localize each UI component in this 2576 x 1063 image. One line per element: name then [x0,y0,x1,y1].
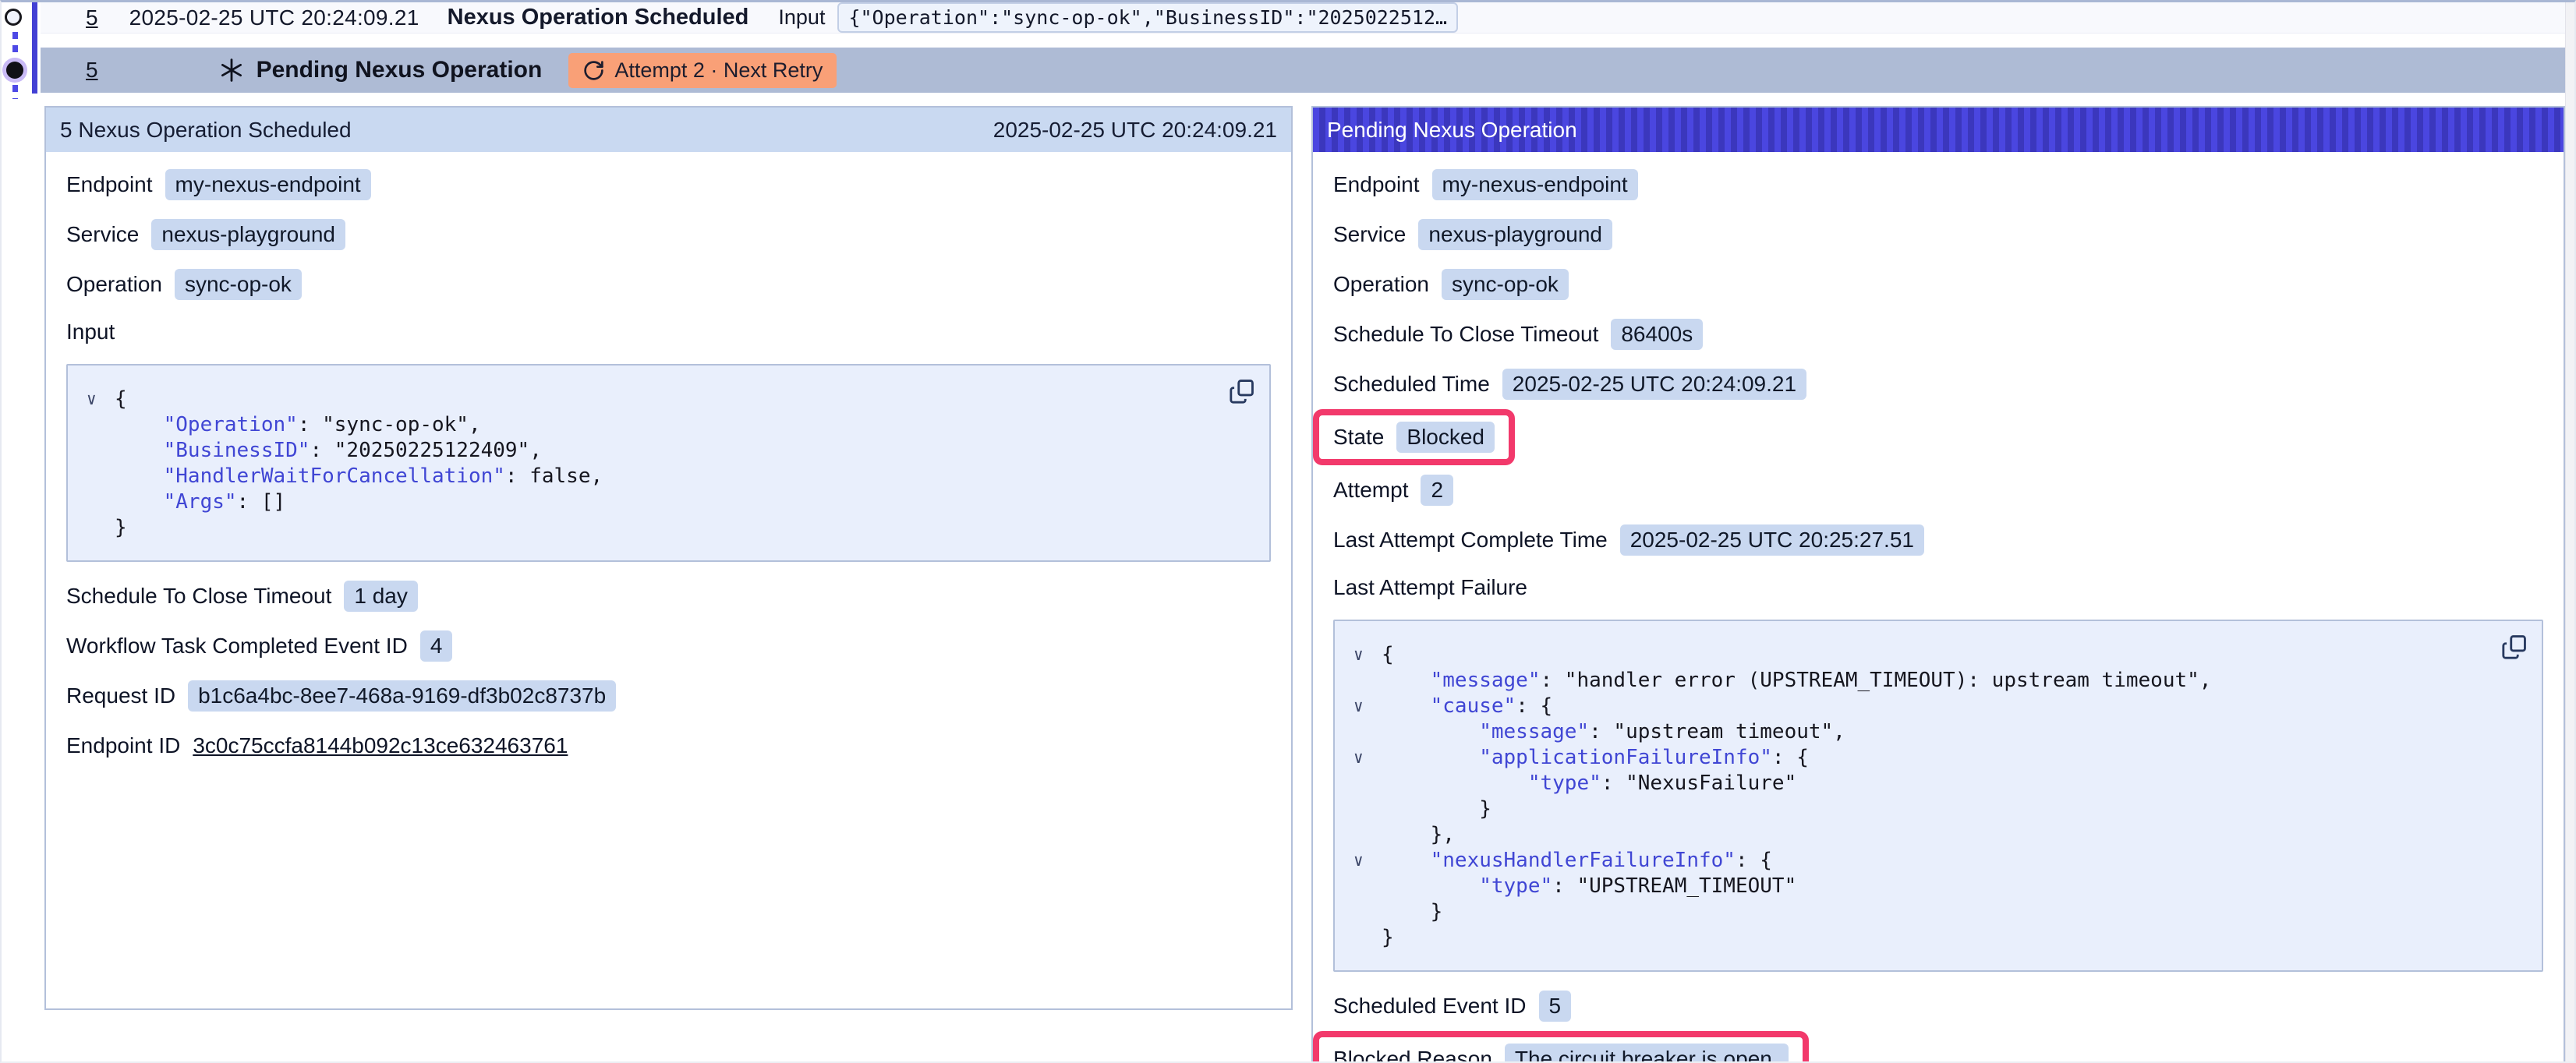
event-timestamp: 2025-02-25 UTC 20:24:09.21 [129,5,419,30]
copy-button[interactable] [2500,632,2529,664]
json-line: "type": "UPSTREAM_TIMEOUT" [1347,873,2487,899]
state-badge: Blocked [1396,422,1495,453]
field-state: State Blocked [1333,422,1495,453]
json-line: ∨ "applicationFailureInfo": { [1347,744,2487,770]
pending-event-id-link[interactable]: 5 [86,58,98,83]
collapse-caret-icon[interactable]: ∨ [1347,748,1382,767]
timeline-open-node-icon [5,9,22,26]
pending-operation-panel-header: Pending Nexus Operation [1313,108,2564,152]
json-line: } [1347,796,2487,821]
input-label: Input [778,5,825,30]
field-blocked-reason: Blocked Reason The circuit breaker is op… [1333,1044,1789,1063]
value-chip: b1c6a4bc-8ee7-468a-9169-df3b02c8737b [188,680,616,712]
value-chip: my-nexus-endpoint [165,169,371,200]
input-section-label: Input [66,319,115,345]
json-line: } [1347,924,2487,950]
pending-nexus-operation-row[interactable]: 5 Pending Nexus Operation Attempt 2 · Ne… [41,48,2571,93]
field-workflow-task-completed-event-id: Workflow Task Completed Event ID 4 [66,630,452,662]
field-scheduled-event-id: Scheduled Event ID 5 [1333,991,1571,1022]
selected-event-indicator-bar [32,2,37,94]
last-attempt-failure-label: Last Attempt Failure [1333,574,1527,601]
value-chip: 2025-02-25 UTC 20:24:09.21 [1502,369,1806,400]
retry-badge: Attempt 2 · Next Retry [568,53,837,88]
event-detail-panel-timestamp: 2025-02-25 UTC 20:24:09.21 [993,118,1277,143]
endpoint-id-link[interactable]: 3c0c75ccfa8144b092c13ce632463761 [193,733,568,758]
timeline-current-node-icon [6,62,23,79]
pending-asterisk-icon [219,58,244,83]
json-line: "message": "handler error (UPSTREAM_TIME… [1347,667,2487,693]
field-operation: Operation sync-op-ok [66,269,302,300]
value-chip: 1 day [344,581,418,612]
json-line: "type": "NexusFailure" [1347,770,2487,796]
field-service: Service nexus-playground [1333,219,1612,250]
collapse-caret-icon[interactable]: ∨ [1347,697,1382,715]
value-chip: 5 [1539,991,1572,1022]
json-line: "Args": [] [80,489,1215,514]
input-json-viewer: ∨{ "Operation": "sync-op-ok", "BusinessI… [66,364,1271,562]
field-attempt: Attempt 2 [1333,475,1453,506]
value-chip: 4 [420,630,453,662]
failure-json-viewer: ∨{ "message": "handler error (UPSTREAM_T… [1333,620,2543,972]
event-id-link[interactable]: 5 [86,5,98,30]
field-schedule-to-close-timeout: Schedule To Close Timeout 1 day [66,581,418,612]
field-service: Service nexus-playground [66,219,345,250]
pending-operation-panel-title: Pending Nexus Operation [1327,118,1577,143]
field-operation: Operation sync-op-ok [1333,269,1569,300]
copy-icon [1229,395,1255,407]
json-line: "Operation": "sync-op-ok", [80,411,1215,437]
blocked-reason-value: The circuit breaker is open. [1505,1044,1789,1063]
event-detail-panel: 5 Nexus Operation Scheduled 2025-02-25 U… [44,106,1293,1010]
json-line: ∨ "nexusHandlerFailureInfo": { [1347,847,2487,873]
value-chip: sync-op-ok [175,269,302,300]
field-endpoint-id: Endpoint ID 3c0c75ccfa8144b092c13ce63246… [66,730,568,761]
field-request-id: Request ID b1c6a4bc-8ee7-468a-9169-df3b0… [66,680,616,712]
json-line: "message": "upstream timeout", [1347,719,2487,744]
input-preview-chip[interactable]: {"Operation":"sync-op-ok","BusinessID":"… [837,2,1458,33]
json-line: } [80,514,1215,540]
retry-badge-label: Attempt 2 · Next Retry [614,58,823,83]
value-chip: 86400s [1611,319,1703,350]
json-line: } [1347,899,2487,924]
json-line: }, [1347,821,2487,847]
event-detail-panel-header: 5 Nexus Operation Scheduled 2025-02-25 U… [46,108,1291,152]
collapse-caret-icon[interactable]: ∨ [1347,851,1382,870]
value-chip: 2025-02-25 UTC 20:25:27.51 [1620,524,1924,556]
json-line: ∨{ [1347,641,2487,667]
value-chip: sync-op-ok [1442,269,1569,300]
field-endpoint: Endpoint my-nexus-endpoint [66,169,371,200]
retry-icon [582,59,605,82]
pending-operation-title: Pending Nexus Operation [257,57,543,83]
event-detail-panel-title: 5 Nexus Operation Scheduled [60,118,352,143]
event-row-nexus-operation-scheduled[interactable]: 5 2025-02-25 UTC 20:24:09.21 Nexus Opera… [41,2,2571,34]
collapse-caret-icon[interactable]: ∨ [80,390,115,408]
value-chip: 2 [1421,475,1453,506]
blocked-reason-highlight-annotation: Blocked Reason The circuit breaker is op… [1313,1031,1809,1063]
state-highlight-annotation: State Blocked [1313,409,1515,465]
copy-icon [2501,651,2528,662]
json-line: ∨ "cause": { [1347,693,2487,719]
workflow-event-history-view: 5 2025-02-25 UTC 20:24:09.21 Nexus Opera… [0,0,2576,1063]
json-line: "HandlerWaitForCancellation": false, [80,463,1215,489]
field-scheduled-time: Scheduled Time 2025-02-25 UTC 20:24:09.2… [1333,369,1806,400]
json-line: "BusinessID": "20250225122409", [80,437,1215,463]
json-line: ∨{ [80,386,1215,411]
value-chip: my-nexus-endpoint [1432,169,1638,200]
field-schedule-to-close-timeout: Schedule To Close Timeout 86400s [1333,319,1703,350]
pending-operation-panel: Pending Nexus Operation Endpoint my-nexu… [1311,106,2565,1063]
event-title: Nexus Operation Scheduled [448,5,749,30]
vertical-scrollbar[interactable] [2565,2,2574,1063]
field-last-attempt-complete-time: Last Attempt Complete Time 2025-02-25 UT… [1333,524,1924,556]
value-chip: nexus-playground [151,219,345,250]
copy-button[interactable] [1227,376,1257,408]
field-endpoint: Endpoint my-nexus-endpoint [1333,169,1638,200]
collapse-caret-icon[interactable]: ∨ [1347,645,1382,664]
value-chip: nexus-playground [1418,219,1612,250]
